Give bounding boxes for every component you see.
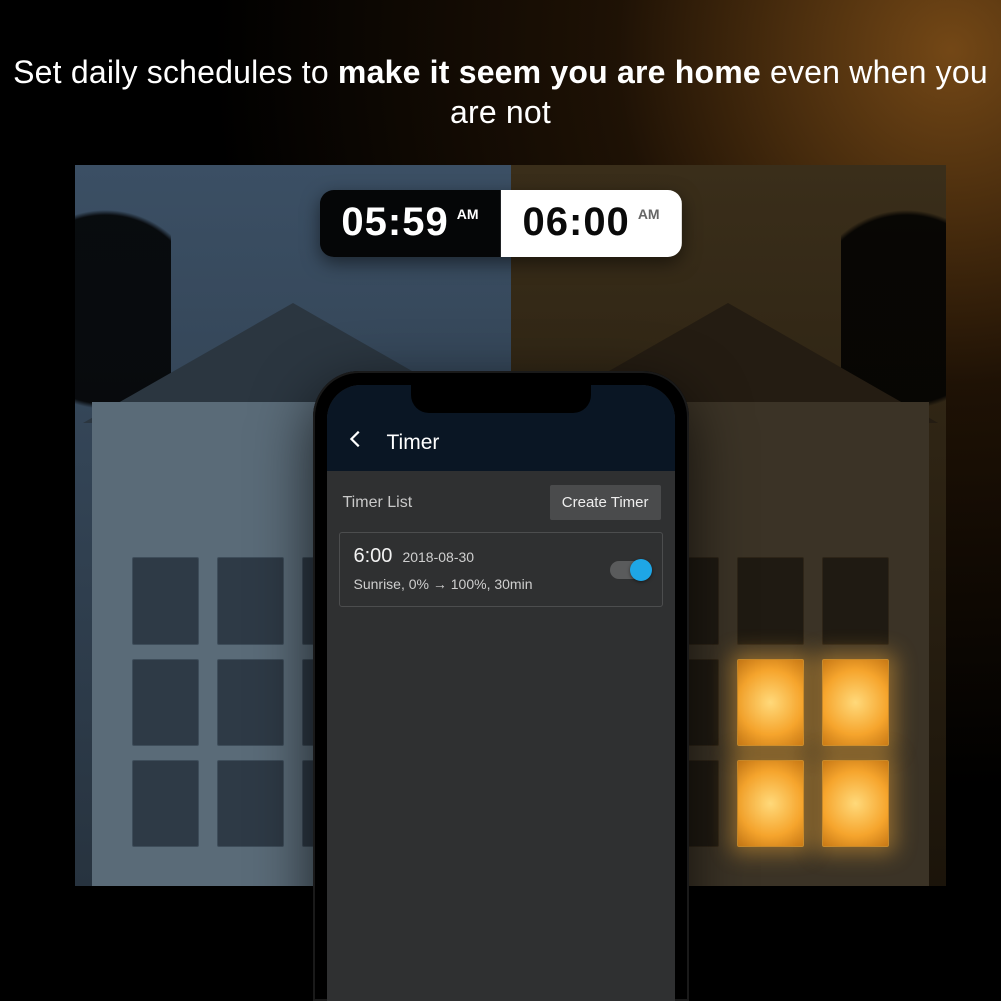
create-timer-button[interactable]: Create Timer xyxy=(550,485,661,520)
phone-mockup: Timer Timer List Create Timer 6:00 2018-… xyxy=(313,371,689,1001)
timer-card[interactable]: 6:00 2018-08-30 Sunrise, 0% → 100%, 30mi… xyxy=(339,532,663,607)
time-before-meridiem: AM xyxy=(457,206,479,222)
time-before: 05:59 AM xyxy=(319,190,500,257)
time-after-value: 06:00 xyxy=(523,200,630,245)
headline-part1: Set daily schedules to xyxy=(13,54,338,90)
timer-description: Sunrise, 0% → 100%, 30min xyxy=(354,576,648,592)
time-comparison-pill: 05:59 AM 06:00 AM xyxy=(319,190,681,257)
app-title: Timer xyxy=(387,431,440,455)
timer-time: 6:00 xyxy=(354,545,393,568)
time-before-value: 05:59 xyxy=(341,200,448,245)
marketing-headline: Set daily schedules to make it seem you … xyxy=(0,52,1001,132)
timer-date: 2018-08-30 xyxy=(402,549,474,565)
timer-list-header: Timer List Create Timer xyxy=(327,471,675,532)
timer-list-label: Timer List xyxy=(343,494,413,512)
time-after: 06:00 AM xyxy=(501,190,682,257)
phone-notch xyxy=(411,385,591,413)
timer-enable-toggle[interactable] xyxy=(610,561,650,579)
app-screen: Timer Timer List Create Timer 6:00 2018-… xyxy=(327,385,675,1001)
headline-bold: make it seem you are home xyxy=(338,54,761,90)
back-arrow-icon[interactable] xyxy=(345,428,367,455)
time-after-meridiem: AM xyxy=(638,206,660,222)
